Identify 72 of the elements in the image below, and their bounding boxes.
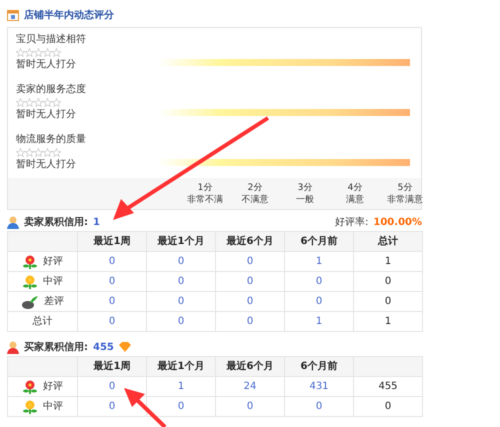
row-label: 好评 [43, 256, 63, 268]
rate-label: 好评率: [335, 216, 368, 229]
section-title: 店铺半年内动态评分 [24, 8, 114, 22]
column-header: 总计 [354, 232, 422, 252]
rating-label: 物流服务的质量 [16, 133, 87, 147]
rating-status: 暂时无人打分 [16, 158, 77, 172]
column-header: 最近6个月 [216, 356, 284, 376]
table-cell: 0 [354, 292, 422, 312]
table-cell: 0 [78, 252, 146, 272]
scale-label: 4分 满意 [345, 182, 365, 206]
column-header: 6个月前 [284, 232, 354, 252]
rating-label: 宝贝与描述相符 [16, 33, 87, 47]
table-cell: 1 [284, 252, 354, 272]
table-cell: 0 [354, 396, 422, 416]
scale-label: 3分 一般 [295, 182, 315, 206]
table-cell: 0 [216, 292, 284, 312]
row-label: 中评 [43, 276, 63, 288]
table-cell: 431 [284, 376, 354, 396]
table-cell: 1 [146, 376, 216, 396]
column-header: 最近1个月 [146, 356, 216, 376]
calendar-icon [7, 9, 19, 21]
table-cell: 0 [146, 252, 216, 272]
table-cell: 0 [284, 396, 354, 416]
table-cell: 0 [354, 272, 422, 292]
rating-status: 暂时无人打分 [16, 108, 77, 122]
buyer-credit-label: 买家累积信用: [24, 340, 88, 354]
column-header: 最近1周 [78, 356, 146, 376]
table-cell: 1 [354, 252, 422, 272]
buyer-credit-value: 455 [93, 342, 114, 352]
table-cell: 0 [146, 396, 216, 416]
annotation-arrow [124, 388, 166, 427]
flower-icon [22, 254, 38, 268]
table-cell: 455 [354, 376, 422, 396]
rating-label: 卖家的服务态度 [16, 83, 87, 97]
row-label: 总计 [32, 316, 52, 328]
flower-icon [22, 400, 38, 414]
column-header [354, 356, 422, 376]
table-cell: 0 [78, 272, 146, 292]
column-header: 最近1周 [78, 232, 146, 252]
table-cell: 0 [216, 312, 284, 332]
table-cell: 0 [284, 292, 354, 312]
plant-pot-icon [21, 294, 39, 308]
flower-icon [22, 380, 38, 394]
table-cell: 0 [216, 252, 284, 272]
column-header: 最近6个月 [216, 232, 284, 252]
rating-status: 暂时无人打分 [16, 58, 77, 72]
scale-label: 1分 非常不满 [186, 182, 224, 206]
seller-credit-value: 1 [93, 216, 100, 228]
scale-label: 2分 不满意 [240, 182, 270, 206]
column-header: 6个月前 [284, 356, 354, 376]
flower-icon [22, 274, 38, 288]
table-cell: 1 [354, 312, 422, 332]
column-header: 最近1个月 [146, 232, 216, 252]
table-cell: 1 [284, 312, 354, 332]
table-cell: 0 [216, 396, 284, 416]
scale-label: 5分 非常满意 [386, 182, 424, 206]
seller-credit-label: 卖家累积信用: [24, 215, 88, 229]
row-label: 差评 [44, 296, 64, 308]
table-cell: 0 [284, 272, 354, 292]
table-cell: 0 [146, 292, 216, 312]
table-cell: 0 [146, 312, 216, 332]
table-cell: 0 [146, 272, 216, 292]
person-icon [7, 340, 19, 354]
table-cell: 0 [78, 312, 146, 332]
table-cell: 0 [216, 272, 284, 292]
row-label: 好评 [43, 380, 63, 392]
table-cell: 24 [216, 376, 284, 396]
positive-rate: 100.00% [373, 216, 422, 228]
row-label: 中评 [43, 400, 63, 412]
person-icon [7, 216, 19, 228]
table-cell: 0 [78, 292, 146, 312]
diamond-icon [118, 342, 131, 352]
